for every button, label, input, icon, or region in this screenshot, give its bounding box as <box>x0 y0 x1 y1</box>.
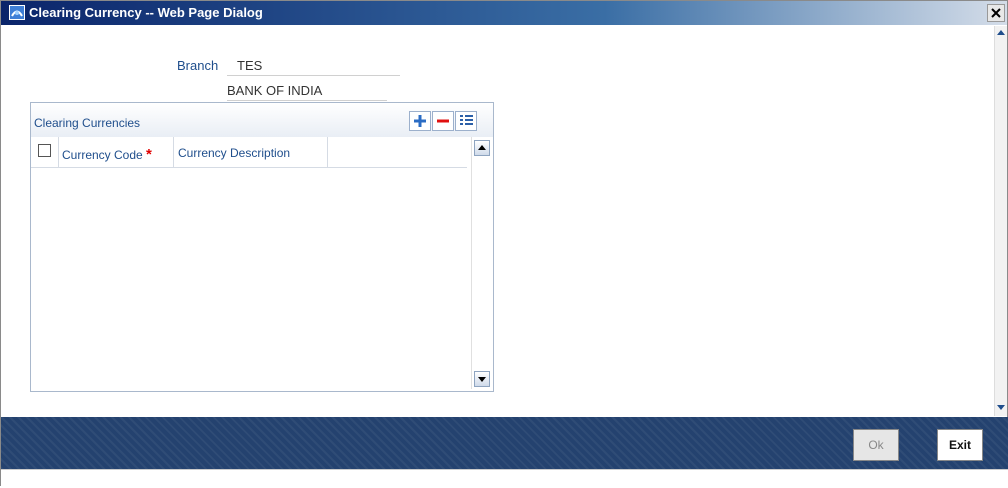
title-bar: Clearing Currency -- Web Page Dialog <box>1 1 1007 25</box>
scroll-up-icon[interactable] <box>996 28 1006 38</box>
branch-code-value: TES <box>237 58 263 73</box>
ie-page-icon <box>9 5 25 20</box>
window-title: Clearing Currency -- Web Page Dialog <box>29 5 263 20</box>
select-all-cell <box>31 137 59 167</box>
status-strip <box>1 469 1008 488</box>
single-view-button[interactable] <box>455 111 477 131</box>
arrow-down-icon <box>478 377 486 382</box>
delete-row-button[interactable] <box>432 111 454 131</box>
branch-name-underline <box>227 100 387 101</box>
minus-icon <box>437 119 449 123</box>
grid-scroll-down-button[interactable] <box>474 371 490 387</box>
dialog-window: Clearing Currency -- Web Page Dialog Bra… <box>0 0 1008 488</box>
branch-code-underline <box>227 75 400 76</box>
list-icon <box>460 115 473 125</box>
currency-code-header: Currency Code <box>62 148 143 162</box>
exit-button[interactable]: Exit <box>937 429 983 461</box>
required-marker: * <box>146 146 152 163</box>
dialog-vertical-scrollbar[interactable] <box>994 26 1007 416</box>
scroll-down-icon[interactable] <box>996 402 1006 412</box>
column-header-row: Currency Code * Currency Description <box>31 137 467 168</box>
branch-label: Branch <box>177 58 219 73</box>
grid-vertical-scrollbar[interactable] <box>471 137 492 389</box>
column-currency-description[interactable]: Currency Description <box>174 137 328 167</box>
currency-description-header: Currency Description <box>178 146 291 160</box>
close-icon <box>991 8 1001 18</box>
close-button[interactable] <box>987 4 1005 22</box>
column-currency-code[interactable]: Currency Code * <box>58 137 174 167</box>
add-row-button[interactable] <box>409 111 431 131</box>
branch-name-value: BANK OF INDIA <box>227 83 323 98</box>
grid-header: Clearing Currencies <box>31 103 493 137</box>
plus-icon <box>414 115 426 127</box>
dialog-content: Branch TES BANK OF INDIA Clearing Curren… <box>1 26 995 416</box>
clearing-currencies-grid: Clearing Currencies Currency Code * Curr… <box>30 102 494 392</box>
dialog-footer: Ok Exit <box>1 417 1008 469</box>
select-all-checkbox[interactable] <box>38 144 51 157</box>
arrow-up-icon <box>478 145 486 150</box>
grid-scroll-up-button[interactable] <box>474 140 490 156</box>
ok-button[interactable]: Ok <box>853 429 899 461</box>
grid-title: Clearing Currencies <box>34 116 141 130</box>
